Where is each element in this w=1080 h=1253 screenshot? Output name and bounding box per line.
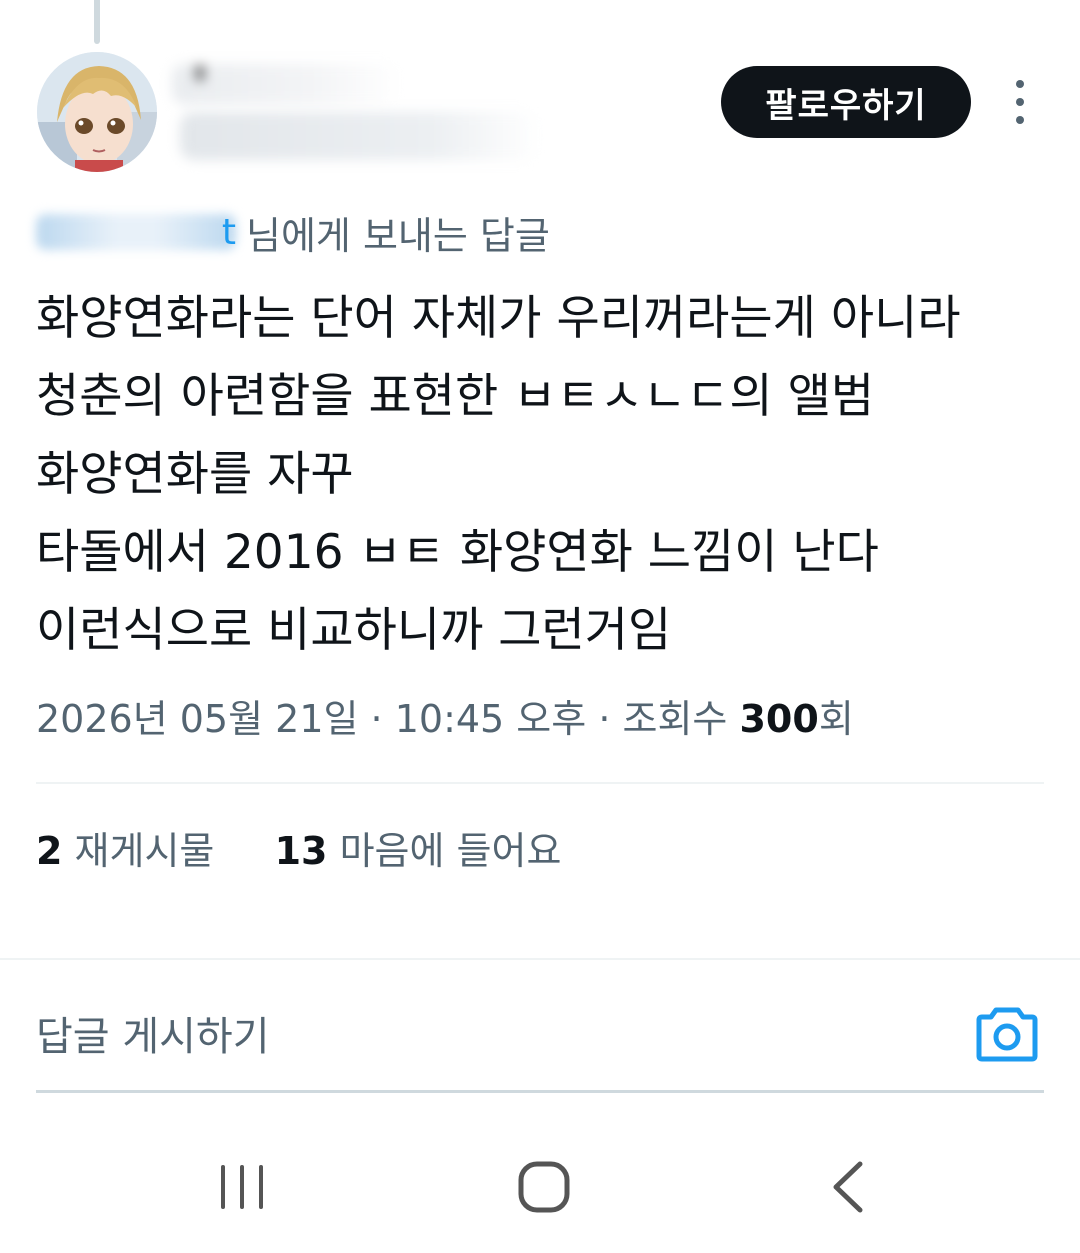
avatar[interactable]	[37, 52, 157, 172]
views-count: 300	[739, 697, 819, 741]
likes-count: 13	[274, 829, 328, 873]
likes-stat[interactable]: 13 마음에 들어요	[275, 829, 562, 873]
tweet-line: 청춘의 아련함을 표현한 ㅂㅌㅅㄴㄷ의 앨범	[36, 369, 875, 424]
tweet-line: 이런식으로 비교하니까 그런거임	[36, 603, 672, 658]
more-vertical-icon[interactable]	[1006, 80, 1034, 124]
avatar-image	[37, 52, 157, 172]
engagement-stats: 2 재게시물 13 마음에 들어요	[36, 820, 561, 875]
home-icon[interactable]	[504, 1152, 584, 1222]
tweet-time[interactable]: 10:45 오후	[395, 697, 587, 741]
section-divider	[0, 958, 1080, 960]
tweet-metadata: 2026년 05월 21일 · 10:45 오후 · 조회수 300회	[36, 697, 854, 741]
reply-input-underline	[36, 1090, 1044, 1093]
system-navigation-bar	[0, 1120, 1080, 1253]
camera-icon[interactable]	[976, 1004, 1038, 1062]
thread-connector-line	[94, 0, 100, 44]
follow-button[interactable]: 팔로우하기	[721, 66, 971, 138]
tweet-line: 타돌에서 2016 ㅂㅌ 화양연화 느낌이 난다	[36, 525, 879, 580]
tweet-line: 화양연화를 자꾸	[36, 447, 354, 502]
tweet-line: 화양연화라는 단어 자체가 우리꺼라는게 아니라	[36, 291, 961, 346]
reply-input[interactable]: 답글 게시하기	[36, 1004, 270, 1062]
likes-label: 마음에 들어요	[339, 829, 562, 873]
back-icon[interactable]	[808, 1152, 888, 1222]
reply-to-label: 님에게 보내는 답글	[246, 213, 550, 258]
divider	[36, 782, 1044, 784]
views-suffix: 회	[818, 697, 854, 741]
tweet-date[interactable]: 2026년 05월 21일	[36, 697, 358, 741]
recent-apps-icon[interactable]	[202, 1152, 282, 1222]
reply-to-line: t 님에게 보내는 답글	[36, 204, 550, 260]
retweets-count: 2	[36, 829, 63, 873]
tweet-text: 화양연화라는 단어 자체가 우리꺼라는게 아니라 청춘의 아련함을 표현한 ㅂㅌ…	[36, 280, 1046, 670]
display-name-redacted[interactable]	[172, 64, 402, 104]
retweets-label: 재게시물	[74, 829, 215, 873]
username-redacted[interactable]	[180, 112, 540, 160]
retweets-stat[interactable]: 2 재게시물	[36, 829, 226, 873]
views-label: 조회수	[622, 697, 728, 741]
reply-to-handle[interactable]: t	[36, 210, 236, 254]
